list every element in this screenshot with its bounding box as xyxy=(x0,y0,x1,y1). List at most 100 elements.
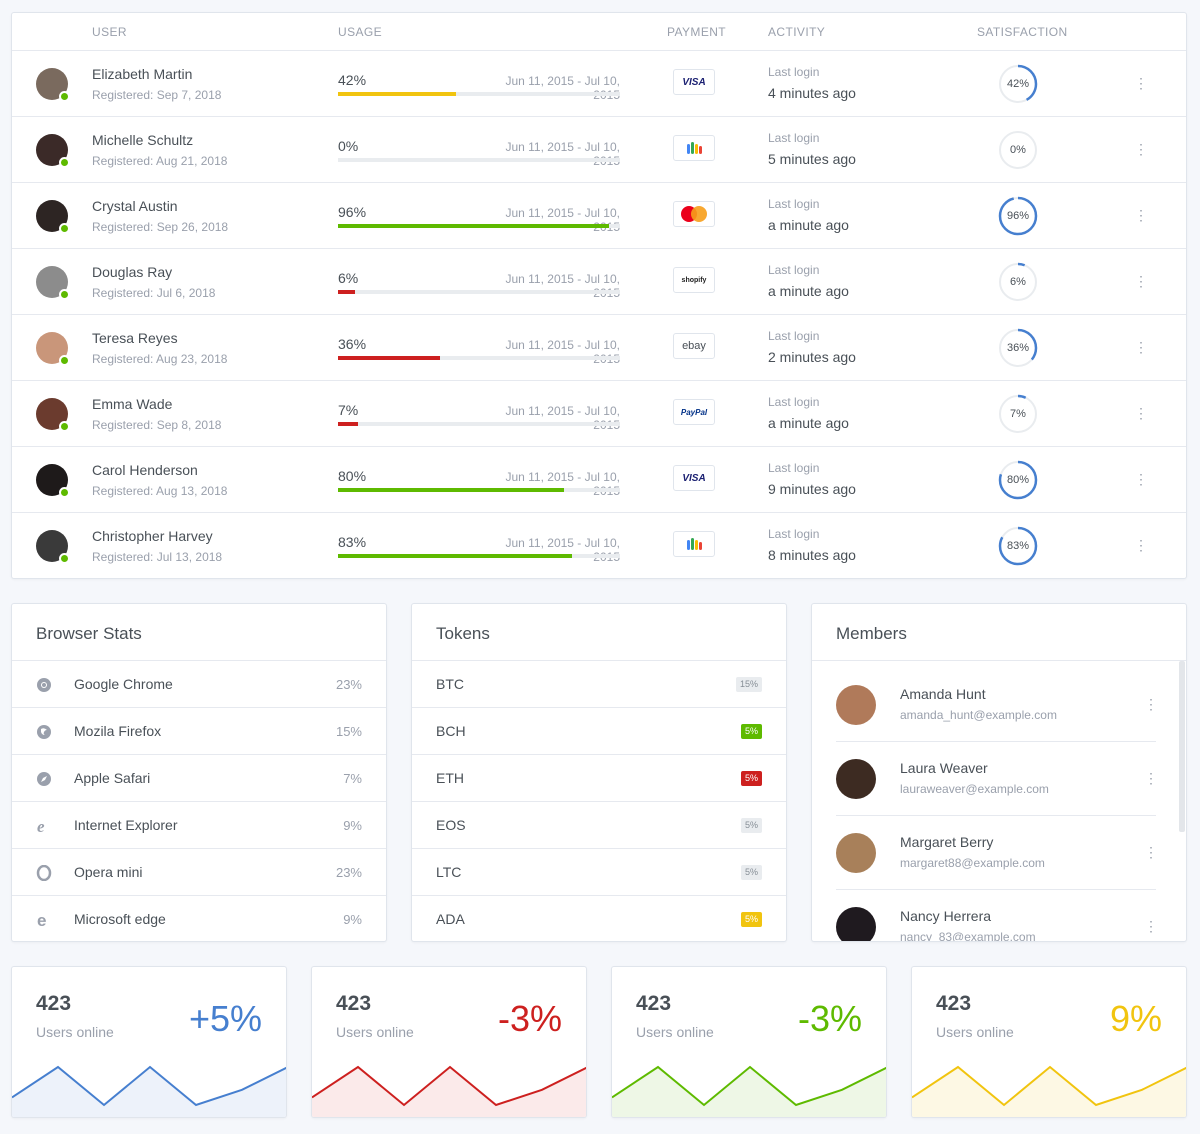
list-item[interactable]: ETH 5% xyxy=(412,755,786,802)
user-registered: Registered: Aug 13, 2018 xyxy=(92,484,228,498)
more-options-icon[interactable]: ⋮ xyxy=(1144,844,1158,861)
more-options-icon[interactable]: ⋮ xyxy=(1144,918,1158,935)
user-name[interactable]: Crystal Austin xyxy=(92,198,178,214)
user-name[interactable]: Carol Henderson xyxy=(92,462,198,478)
usage-percent: 83% xyxy=(338,534,367,550)
usage-percent: 6% xyxy=(338,270,359,286)
google-wallet-icon xyxy=(673,135,715,161)
user-name[interactable]: Teresa Reyes xyxy=(92,330,178,346)
list-item[interactable]: e Microsoft edge 9% xyxy=(12,896,386,943)
member-name[interactable]: Margaret Berry xyxy=(900,834,993,850)
more-options-icon[interactable]: ⋮ xyxy=(1134,471,1148,487)
column-header-usage[interactable]: USAGE xyxy=(338,25,382,39)
usage-progress-bar xyxy=(338,92,620,96)
list-item[interactable]: BCH 5% xyxy=(412,708,786,755)
satisfaction-ring: 42% xyxy=(998,64,1038,104)
member-item[interactable]: Nancy Herrera nancy_83@example.com ⋮ xyxy=(836,890,1158,941)
column-header-user[interactable]: USER xyxy=(92,25,127,39)
user-name[interactable]: Douglas Ray xyxy=(92,264,172,280)
more-options-icon[interactable]: ⋮ xyxy=(1134,141,1148,157)
more-options-icon[interactable]: ⋮ xyxy=(1134,207,1148,223)
more-options-icon[interactable]: ⋮ xyxy=(1144,770,1158,787)
satisfaction-ring: 0% xyxy=(998,130,1038,170)
more-options-icon[interactable]: ⋮ xyxy=(1134,75,1148,91)
stat-count: 423 xyxy=(336,992,372,1015)
sparkline-chart xyxy=(12,1065,286,1117)
ie-icon: e xyxy=(36,817,52,836)
column-header-activity[interactable]: ACTIVITY xyxy=(768,25,825,39)
browser-name: Mozila Firefox xyxy=(74,723,162,739)
member-name[interactable]: Amanda Hunt xyxy=(900,686,986,702)
list-item[interactable]: EOS 5% xyxy=(412,802,786,849)
member-item[interactable]: Margaret Berry margaret88@example.com ⋮ xyxy=(836,816,1158,890)
list-item[interactable]: Apple Safari 7% xyxy=(12,755,386,802)
table-row[interactable]: Christopher Harvey Registered: Jul 13, 20… xyxy=(12,513,1186,579)
avatar[interactable] xyxy=(36,266,70,300)
usage-progress-bar xyxy=(338,554,620,558)
stat-change: -3% xyxy=(797,998,862,1039)
token-name: LTC xyxy=(436,864,462,880)
activity-label: Last login xyxy=(768,263,820,277)
column-header-satisfaction[interactable]: SATISFACTION xyxy=(977,25,1068,39)
browser-name: Google Chrome xyxy=(74,676,173,692)
avatar[interactable] xyxy=(836,685,876,725)
firefox-icon xyxy=(36,724,52,740)
avatar[interactable] xyxy=(36,464,70,498)
more-options-icon[interactable]: ⋮ xyxy=(1134,273,1148,289)
table-row[interactable]: Douglas Ray Registered: Jul 6, 2018 6% Jun … xyxy=(12,249,1186,315)
avatar[interactable] xyxy=(36,530,70,564)
activity-label: Last login xyxy=(768,197,820,211)
sparkline-area xyxy=(12,1067,286,1117)
satisfaction-value: 0% xyxy=(1010,144,1026,156)
avatar[interactable] xyxy=(36,332,70,366)
stat-card: 423 Users online -3% xyxy=(611,966,887,1118)
browser-stats-card: Browser Stats Google Chrome 23% Mozila Fir… xyxy=(11,603,387,942)
usage-date-range: Jun 11, 2015 - Jul 10, 2015 xyxy=(505,404,620,432)
avatar[interactable] xyxy=(36,68,70,102)
more-options-icon[interactable]: ⋮ xyxy=(1134,537,1148,553)
list-item[interactable]: Google Chrome 23% xyxy=(12,661,386,708)
list-item[interactable]: ADA 5% xyxy=(412,896,786,943)
safari-icon xyxy=(36,771,52,787)
list-item[interactable]: e Internet Explorer 9% xyxy=(12,802,386,849)
member-email: lauraweaver@example.com xyxy=(900,782,1049,796)
more-options-icon[interactable]: ⋮ xyxy=(1144,696,1158,713)
user-name[interactable]: Elizabeth Martin xyxy=(92,66,192,82)
more-options-icon[interactable]: ⋮ xyxy=(1134,405,1148,421)
list-item[interactable]: Opera mini 23% xyxy=(12,849,386,896)
table-row[interactable]: Carol Henderson Registered: Aug 13, 2018 8… xyxy=(12,447,1186,513)
google-wallet-icon xyxy=(673,531,715,557)
avatar[interactable] xyxy=(836,907,876,941)
avatar[interactable] xyxy=(836,759,876,799)
user-name[interactable]: Christopher Harvey xyxy=(92,528,213,544)
column-header-payment[interactable]: PAYMENT xyxy=(667,25,726,39)
list-item[interactable]: Mozila Firefox 15% xyxy=(12,708,386,755)
stat-change: 9% xyxy=(1109,998,1162,1039)
user-name[interactable]: Emma Wade xyxy=(92,396,172,412)
sparkline-chart xyxy=(912,1065,1186,1117)
avatar[interactable] xyxy=(36,398,70,432)
table-row[interactable]: Teresa Reyes Registered: Aug 23, 2018 36% J… xyxy=(12,315,1186,381)
token-name: BCH xyxy=(436,723,466,739)
member-item[interactable]: Amanda Hunt amanda_hunt@example.com ⋮ xyxy=(836,668,1158,742)
table-row[interactable]: Michelle Schultz Registered: Aug 21, 2018… xyxy=(12,117,1186,183)
svg-text:e: e xyxy=(37,912,46,928)
avatar[interactable] xyxy=(36,134,70,168)
satisfaction-value: 83% xyxy=(1006,540,1030,552)
user-name[interactable]: Michelle Schultz xyxy=(92,132,193,148)
table-row[interactable]: Crystal Austin Registered: Sep 26, 2018 96… xyxy=(12,183,1186,249)
satisfaction-ring: 80% xyxy=(998,460,1038,500)
member-name[interactable]: Laura Weaver xyxy=(900,760,988,776)
avatar[interactable] xyxy=(836,833,876,873)
list-item[interactable]: BTC 15% xyxy=(412,661,786,708)
online-status-dot xyxy=(59,355,70,366)
list-item[interactable]: LTC 5% xyxy=(412,849,786,896)
table-row[interactable]: Elizabeth Martin Registered: Sep 7, 2018 4… xyxy=(12,51,1186,117)
more-options-icon[interactable]: ⋮ xyxy=(1134,339,1148,355)
usage-progress-bar xyxy=(338,422,620,426)
member-item[interactable]: Laura Weaver lauraweaver@example.com ⋮ xyxy=(836,742,1158,816)
table-row[interactable]: Emma Wade Registered: Sep 8, 2018 7% Jun 11… xyxy=(12,381,1186,447)
member-name[interactable]: Nancy Herrera xyxy=(900,908,991,924)
avatar[interactable] xyxy=(36,200,70,234)
scrollbar[interactable] xyxy=(1179,661,1185,832)
